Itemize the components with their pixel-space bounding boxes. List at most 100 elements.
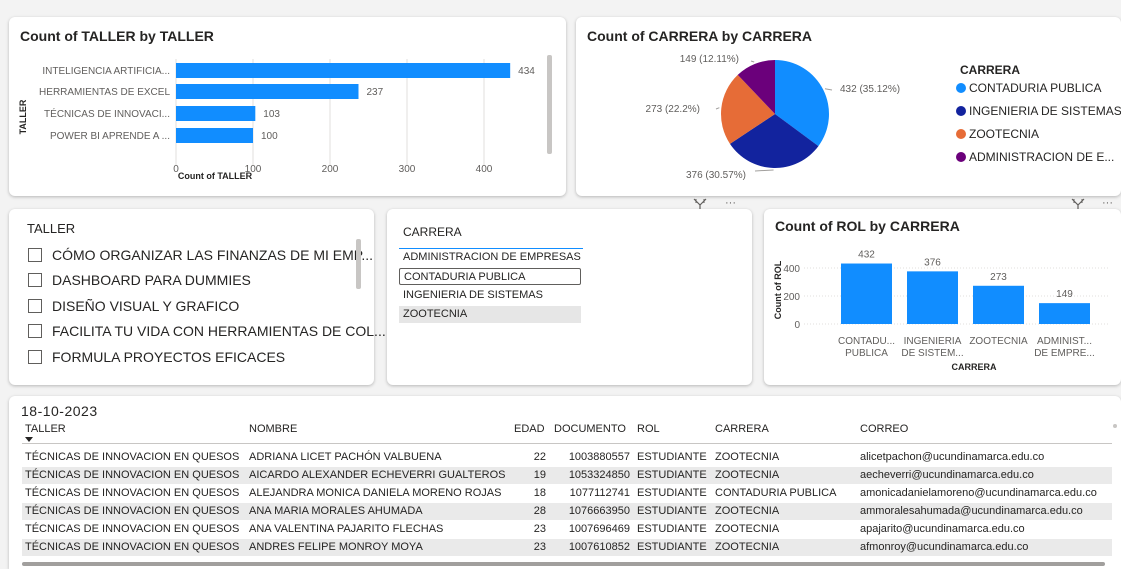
- col-header-nombre[interactable]: NOMBRE: [249, 423, 297, 435]
- table-cell-nombre: ALEJANDRA MONICA DANIELA MORENO ROJAS: [249, 487, 502, 499]
- rol-data-label: 376: [924, 257, 941, 268]
- legend-dot: [956, 152, 966, 162]
- taller-scrollbar[interactable]: [547, 55, 552, 154]
- table-cell-carrera: ZOOTECNIA: [715, 505, 780, 517]
- legend-label: ADMINISTRACION DE E...: [969, 150, 1115, 164]
- legend-label: ZOOTECNIA: [969, 127, 1040, 141]
- table-cell-rol: ESTUDIANTE: [637, 523, 707, 535]
- checkbox[interactable]: [28, 273, 42, 287]
- table-cell-rol: ESTUDIANTE: [637, 541, 707, 553]
- legend-label: CONTADURIA PUBLICA: [969, 81, 1102, 95]
- table-cell-documento: 1007696469: [568, 523, 630, 535]
- carrera-option[interactable]: ADMINISTRACION DE EMPRESAS: [399, 249, 581, 266]
- rol-data-label: 273: [990, 272, 1007, 283]
- rol-x-axis-title: CARRERA: [952, 362, 998, 372]
- table-row[interactable]: TÉCNICAS DE INNOVACION EN QUESOS ANDRES F…: [22, 539, 1112, 556]
- table-row[interactable]: TÉCNICAS DE INNOVACION EN QUESOS ADRIANA …: [22, 449, 1112, 466]
- checkbox[interactable]: [28, 299, 42, 313]
- table-cell-documento: 1076663950: [568, 505, 630, 517]
- carrera-slicer-title: CARRERA: [403, 225, 462, 239]
- rol-bar-card[interactable]: Count of ROL by CARRERA Count of ROL CAR…: [764, 209, 1121, 385]
- slicer-option[interactable]: CÓMO ORGANIZAR LAS FINANZAS DE MI EMP...: [28, 247, 373, 263]
- checkbox[interactable]: [28, 350, 42, 364]
- table-cell-nombre: ADRIANA LICET PACHÓN VALBUENA: [249, 451, 442, 463]
- taller-slicer-scrollbar[interactable]: [356, 239, 361, 289]
- taller-bar[interactable]: [176, 63, 511, 78]
- carrera-legend-title: CARRERA: [960, 63, 1020, 77]
- table-cell-edad: 23: [533, 541, 546, 553]
- legend-item-zootecnia[interactable]: ZOOTECNIA: [956, 127, 1039, 141]
- legend-item-ingenieria[interactable]: INGENIERIA DE SISTEMAS: [956, 104, 1121, 118]
- more-options-icon[interactable]: ···: [1102, 197, 1113, 209]
- legend-dot: [956, 106, 966, 116]
- col-header-taller[interactable]: TALLER: [25, 423, 66, 435]
- table-cell-taller: TÉCNICAS DE INNOVACION EN QUESOS: [25, 487, 240, 499]
- taller-x-tick-label: 0: [173, 164, 179, 175]
- taller-category-label: HERRAMIENTAS DE EXCEL: [39, 87, 170, 98]
- col-header-carrera[interactable]: CARRERA: [715, 423, 769, 435]
- table-row[interactable]: TÉCNICAS DE INNOVACION EN QUESOS AICARDO …: [22, 467, 1112, 484]
- carrera-pie-card[interactable]: Count of CARRERA by CARRERA 432 (35.12%)…: [576, 17, 1121, 196]
- pie-data-label: 273 (22.2%): [646, 104, 700, 115]
- table-cell-nombre: ANDRES FELIPE MONROY MOYA: [249, 541, 423, 553]
- more-options-icon[interactable]: ···: [725, 197, 736, 209]
- checkbox[interactable]: [28, 324, 42, 338]
- carrera-option[interactable]: INGENIERIA DE SISTEMAS: [399, 287, 581, 304]
- table-cell-nombre: ANA VALENTINA PAJARITO FLECHAS: [249, 523, 444, 535]
- table-scroll-indicator[interactable]: [1113, 424, 1117, 428]
- legend-item-contaduria[interactable]: CONTADURIA PUBLICA: [956, 81, 1101, 95]
- carrera-option[interactable]: ZOOTECNIA: [399, 306, 581, 323]
- taller-bar[interactable]: [176, 128, 253, 143]
- col-header-rol[interactable]: ROL: [637, 423, 660, 435]
- pie-leader-line: [824, 88, 833, 91]
- rol-bar[interactable]: [973, 285, 1024, 324]
- checkbox[interactable]: [28, 248, 42, 262]
- col-header-correo[interactable]: CORREO: [860, 423, 908, 435]
- legend-dot: [956, 129, 966, 139]
- rol-bar[interactable]: [841, 263, 892, 324]
- taller-slicer-title: TALLER: [27, 221, 76, 236]
- pie-data-label: 432 (35.12%): [840, 84, 900, 95]
- table-cell-documento: 1007610852: [568, 541, 630, 553]
- rol-category-label: INGENIERIA: [904, 336, 962, 347]
- col-header-edad[interactable]: EDAD: [514, 423, 545, 435]
- slicer-option[interactable]: DISEÑO VISUAL Y GRAFICO: [28, 298, 239, 314]
- carrera-option[interactable]: CONTADURIA PUBLICA: [399, 268, 581, 285]
- rol-data-label: 432: [858, 250, 875, 261]
- slicer-option[interactable]: DASHBOARD PARA DUMMIES: [28, 272, 251, 288]
- taller-data-label: 237: [366, 87, 383, 98]
- pie-data-label: 149 (12.11%): [680, 54, 739, 65]
- legend-item-administracion[interactable]: ADMINISTRACION DE E...: [956, 150, 1114, 164]
- table-row[interactable]: TÉCNICAS DE INNOVACION EN QUESOS ANA VALE…: [22, 521, 1112, 538]
- table-row[interactable]: TÉCNICAS DE INNOVACION EN QUESOS ALEJANDR…: [22, 485, 1112, 502]
- col-header-documento[interactable]: DOCUMENTO: [554, 423, 626, 435]
- sort-descending-icon[interactable]: [25, 437, 33, 442]
- taller-bar-card[interactable]: Count of TALLER by TALLER TALLER Count o…: [9, 17, 566, 196]
- taller-bar[interactable]: [176, 106, 256, 121]
- slicer-option[interactable]: FORMULA PROYECTOS EFICACES: [28, 349, 285, 365]
- table-cell-correo: ammoralesahumada@ucundinamarca.edu.co: [860, 505, 1083, 517]
- taller-x-tick-label: 200: [322, 164, 339, 175]
- taller-bar[interactable]: [176, 84, 359, 99]
- table-cell-documento: 1053324850: [568, 469, 630, 481]
- table-horizontal-scrollbar[interactable]: [22, 562, 1105, 566]
- rol-bar-chart: Count of ROL CARRERA 0 200 400 432 CONTADU..…: [773, 250, 1109, 372]
- table-row[interactable]: TÉCNICAS DE INNOVACION EN QUESOS ANA MARI…: [22, 503, 1112, 520]
- rol-category-label: DE EMPRE...: [1034, 348, 1095, 359]
- slicer-option[interactable]: FACILITA TU VIDA CON HERRAMIENTAS DE COL…: [28, 323, 386, 339]
- taller-data-label: 434: [518, 66, 535, 77]
- pie-leader-line: [750, 60, 755, 63]
- table-cell-edad: 28: [533, 505, 546, 517]
- taller-x-tick-label: 100: [245, 164, 262, 175]
- table-cell-nombre: AICARDO ALEXANDER ECHEVERRI GUALTEROS: [249, 469, 506, 481]
- rol-bar[interactable]: [907, 271, 958, 324]
- table-cell-carrera: ZOOTECNIA: [715, 451, 780, 463]
- table-cell-edad: 23: [533, 523, 546, 535]
- table-cell-edad: 22: [533, 451, 546, 463]
- table-cell-correo: alicetpachon@ucundinamarca.edu.co: [860, 451, 1045, 463]
- table-cell-documento: 1077112741: [569, 487, 630, 499]
- table-cell-taller: TÉCNICAS DE INNOVACION EN QUESOS: [25, 451, 240, 463]
- taller-category-label: TÉCNICAS DE INNOVACI...: [44, 107, 170, 120]
- slicer-option-label: DASHBOARD PARA DUMMIES: [52, 272, 251, 288]
- rol-bar[interactable]: [1039, 303, 1090, 324]
